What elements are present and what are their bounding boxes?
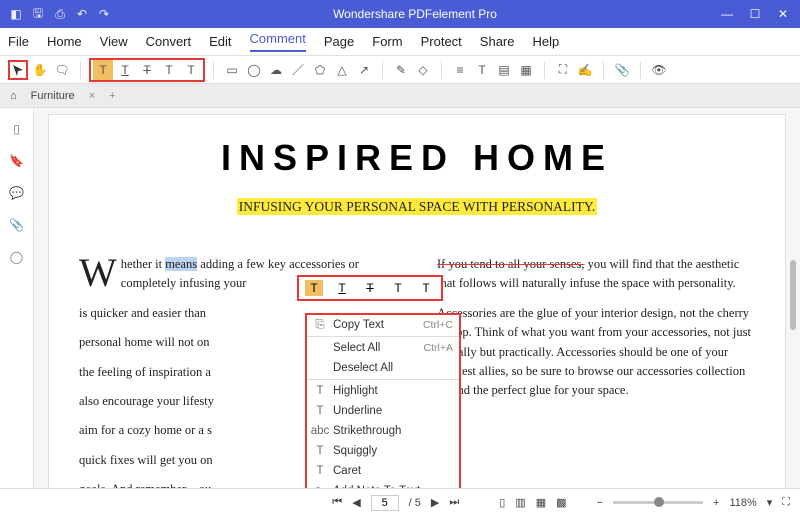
ctx-item[interactable]: ✎Add Note To Text	[307, 481, 459, 488]
ctx-item[interactable]: THighlight	[307, 381, 459, 401]
toolbar: ✋ 🗨 T T T T T ▭ ◯ ☁ ／ ⬠ △ ↗ ✎ ◇ ≡ T ▤ ▦ …	[0, 56, 800, 84]
ctx-item[interactable]: TSquiggly	[307, 441, 459, 461]
close-icon[interactable]: ✕	[774, 7, 792, 21]
fullscreen-icon[interactable]: ⛶	[782, 496, 790, 509]
typewriter-icon[interactable]: ≡	[450, 60, 470, 80]
float-squiggly-icon[interactable]: T	[389, 280, 407, 296]
maximize-icon[interactable]: ☐	[746, 7, 764, 21]
rectangle-icon[interactable]: ▭	[222, 60, 242, 80]
highlight-icon[interactable]: T	[93, 60, 113, 80]
ctx-item[interactable]: Select AllCtrl+A	[307, 338, 459, 358]
float-underline-icon[interactable]: T	[333, 280, 351, 296]
bookmarks-icon[interactable]: 🔖	[8, 152, 26, 170]
menu-help[interactable]: Help	[533, 34, 560, 49]
undo-icon[interactable]: ↶	[74, 6, 90, 22]
ctx-item[interactable]: ⎘Copy TextCtrl+C	[307, 315, 459, 335]
polyline-icon[interactable]: △	[332, 60, 352, 80]
ctx-item[interactable]: abcStrikethrough	[307, 421, 459, 441]
select-tool-icon[interactable]	[8, 60, 28, 80]
zoom-value: 118%	[729, 497, 756, 509]
squiggly-icon[interactable]: T	[159, 60, 179, 80]
pencil-icon[interactable]: ✎	[391, 60, 411, 80]
menu-file[interactable]: File	[8, 34, 29, 49]
eraser-icon[interactable]: ◇	[413, 60, 433, 80]
menu-view[interactable]: View	[100, 34, 128, 49]
vertical-scrollbar[interactable]	[790, 260, 796, 330]
float-strike-icon[interactable]: T	[361, 280, 379, 296]
floating-textmarkup-toolbar: T T T T T	[297, 275, 443, 301]
window-title: Wondershare PDFelement Pro	[112, 7, 718, 21]
page-heading: INSPIRED HOME	[79, 137, 755, 179]
float-caret-icon[interactable]: T	[417, 280, 435, 296]
zoom-dropdown-icon[interactable]: ▾	[767, 496, 773, 509]
underline-icon[interactable]: T	[115, 60, 135, 80]
prev-page-icon[interactable]: ◀	[352, 496, 360, 509]
callout-icon[interactable]: ▤	[494, 60, 514, 80]
tab-label[interactable]: Furniture	[31, 90, 75, 102]
page-total: / 5	[409, 497, 421, 509]
strikethrough-icon[interactable]: T	[137, 60, 157, 80]
polygon-icon[interactable]: ⬠	[310, 60, 330, 80]
new-tab-icon[interactable]: +	[109, 90, 115, 102]
zoom-slider[interactable]	[613, 501, 703, 504]
ctx-item[interactable]: Deselect All	[307, 358, 459, 378]
view-cfacing-icon[interactable]: ▩	[556, 496, 566, 509]
first-page-icon[interactable]: ⏮	[332, 496, 342, 509]
textbox-icon[interactable]: T	[472, 60, 492, 80]
thumbnails-icon[interactable]: ▯	[8, 120, 26, 138]
body-col2-p1: If you tend to all your senses, you will…	[437, 255, 755, 294]
view-facing-icon[interactable]: ▦	[536, 496, 546, 509]
cloud-icon[interactable]: ☁	[266, 60, 286, 80]
last-page-icon[interactable]: ⏭	[449, 496, 459, 509]
home-nav-icon[interactable]: ⌂	[10, 90, 17, 102]
menu-form[interactable]: Form	[372, 34, 402, 49]
save-icon[interactable]: 🖫	[30, 6, 46, 22]
statusbar: ⏮ ◀ / 5 ▶ ⏭ ▯ ▥ ▦ ▩ − + 118% ▾ ⛶	[0, 488, 800, 516]
line-icon[interactable]: ／	[288, 60, 308, 80]
print-icon[interactable]: ⎙	[52, 6, 68, 22]
page-canvas: INSPIRED HOME INFUSING YOUR PERSONAL SPA…	[48, 114, 786, 488]
arrow-icon[interactable]: ↗	[354, 60, 374, 80]
hide-annot-icon[interactable]: 👁	[649, 60, 669, 80]
view-single-icon[interactable]: ▯	[499, 496, 505, 509]
menu-convert[interactable]: Convert	[146, 34, 192, 49]
ctx-item[interactable]: TCaret	[307, 461, 459, 481]
page-subtitle: INFUSING YOUR PERSONAL SPACE WITH PERSON…	[237, 198, 598, 215]
textmarkup-group: T T T T T	[89, 58, 205, 82]
menu-edit[interactable]: Edit	[209, 34, 231, 49]
menu-home[interactable]: Home	[47, 34, 82, 49]
oval-icon[interactable]: ◯	[244, 60, 264, 80]
comments-panel-icon[interactable]: 💬	[8, 184, 26, 202]
body-col2-p2: Accessories are the glue of your interio…	[437, 304, 755, 401]
next-page-icon[interactable]: ▶	[431, 496, 439, 509]
view-continuous-icon[interactable]: ▥	[515, 496, 525, 509]
left-rail: ▯ 🔖 💬 📎 ◯	[0, 108, 34, 488]
ctx-item[interactable]: TUnderline	[307, 401, 459, 421]
menubar: File Home View Convert Edit Comment Page…	[0, 28, 800, 56]
areabox-icon[interactable]: ▦	[516, 60, 536, 80]
tab-close-icon[interactable]: ×	[89, 90, 95, 102]
zoom-out-icon[interactable]: −	[597, 497, 603, 509]
note-icon[interactable]: 🗨	[52, 60, 72, 80]
menu-share[interactable]: Share	[480, 34, 515, 49]
attachments-panel-icon[interactable]: 📎	[8, 216, 26, 234]
search-panel-icon[interactable]: ◯	[8, 248, 26, 266]
stamp-icon[interactable]: ⛶	[553, 60, 573, 80]
redo-icon[interactable]: ↷	[96, 6, 112, 22]
hand-tool-icon[interactable]: ✋	[30, 60, 50, 80]
menu-protect[interactable]: Protect	[421, 34, 462, 49]
zoom-in-icon[interactable]: +	[713, 497, 719, 509]
signature-icon[interactable]: ✍	[575, 60, 595, 80]
attachment-icon[interactable]: 📎	[612, 60, 632, 80]
minimize-icon[interactable]: —	[718, 7, 736, 21]
menu-comment[interactable]: Comment	[250, 31, 306, 52]
caret-icon[interactable]: T	[181, 60, 201, 80]
context-menu: ⎘Copy TextCtrl+C Select AllCtrl+ADeselect…	[305, 313, 461, 488]
float-highlight-icon[interactable]: T	[305, 280, 323, 296]
menu-page[interactable]: Page	[324, 34, 354, 49]
page-number-input[interactable]	[371, 495, 399, 511]
app-logo-icon: ◧	[8, 6, 24, 22]
